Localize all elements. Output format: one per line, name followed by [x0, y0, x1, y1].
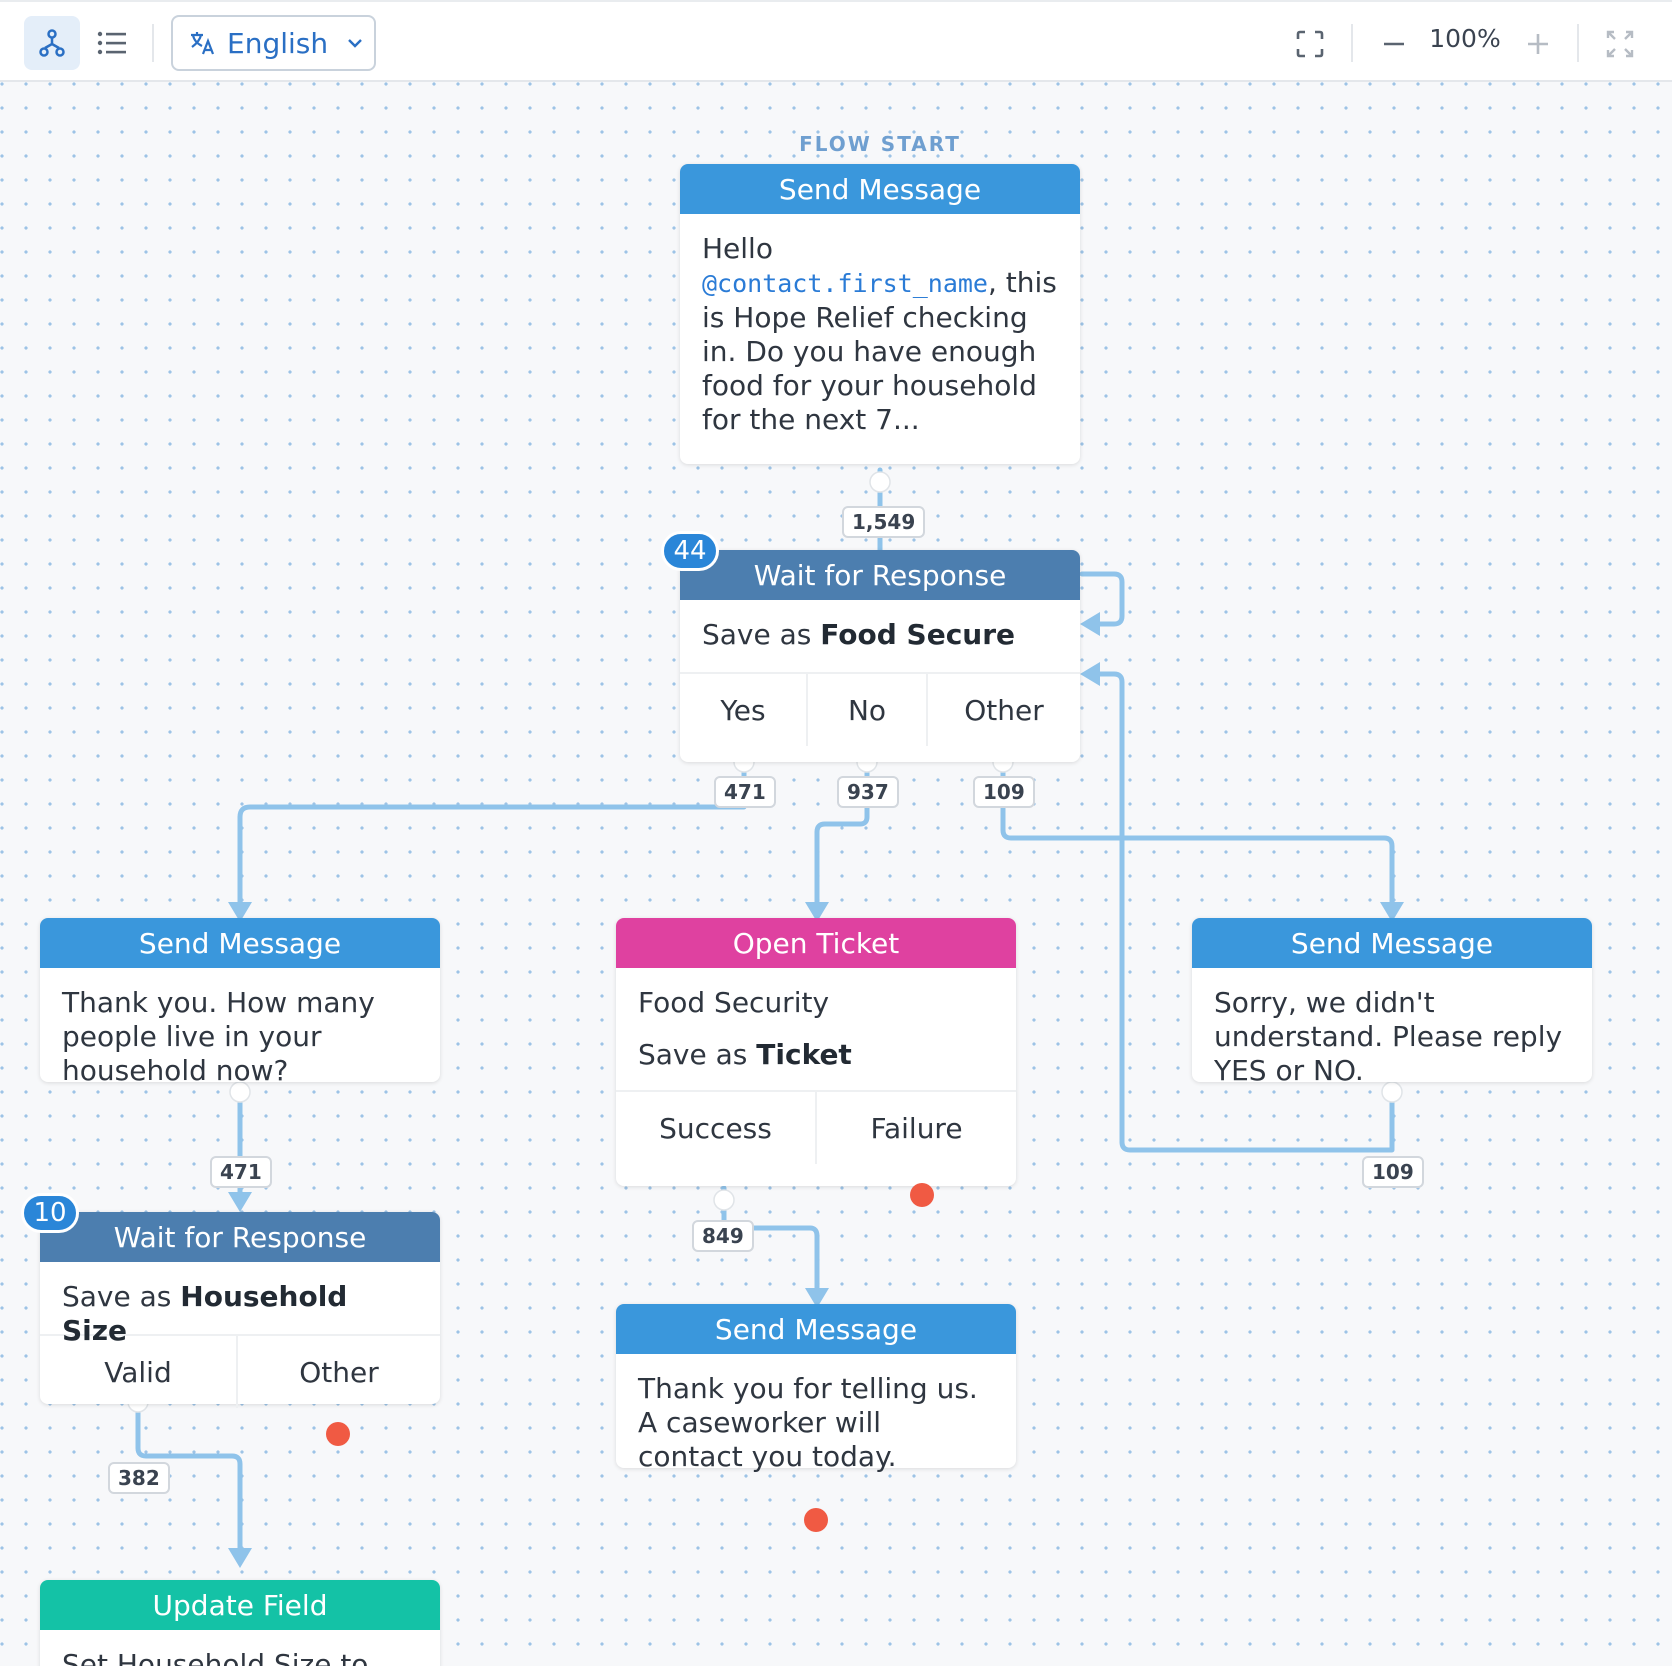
- exit-start: [869, 471, 891, 493]
- case-success[interactable]: Success: [616, 1092, 817, 1164]
- node-thanks-message[interactable]: Send Message Thank you for telling us. A…: [616, 1304, 1016, 1473]
- node-start-message[interactable]: Send Message Hello @contact.first_name, …: [680, 164, 1080, 464]
- link-wait-loop: [1079, 571, 1125, 627]
- result-name: Ticket: [756, 1038, 852, 1071]
- fullscreen-icon: [1606, 30, 1634, 58]
- language-label: English: [227, 26, 329, 60]
- message-text: Thank you for telling us. A caseworker w…: [638, 1372, 978, 1473]
- exit-ticket-success: [713, 1189, 735, 1211]
- zoom-out-icon: [1384, 42, 1404, 46]
- toolbar-divider: [1351, 24, 1353, 62]
- node-header: Wait for Response: [40, 1212, 440, 1262]
- list-view-icon: [97, 31, 126, 55]
- zoom-in-button[interactable]: [1518, 24, 1558, 64]
- ticket-topic: Food Security: [638, 986, 830, 1019]
- case-failure[interactable]: Failure: [817, 1092, 1016, 1164]
- case-no[interactable]: No: [808, 674, 928, 746]
- inactive-exit-failure[interactable]: [910, 1183, 934, 1207]
- path-count-no: 937: [837, 776, 899, 808]
- save-as-result: Save as Household Size: [40, 1262, 440, 1347]
- node-household-message[interactable]: Send Message Thank you. How many people …: [40, 918, 440, 1087]
- node-header: Update Field: [40, 1580, 440, 1630]
- save-prefix: Save as: [638, 1038, 757, 1071]
- link-yes: [237, 761, 747, 907]
- case-valid[interactable]: Valid: [40, 1336, 238, 1408]
- node-sorry-message[interactable]: Send Message Sorry, we didn't understand…: [1192, 918, 1592, 1087]
- flow-canvas[interactable]: FLOW START Send Message Hello @contact.f…: [0, 82, 1672, 1666]
- inactive-exit-other[interactable]: [326, 1422, 350, 1446]
- node-header: Open Ticket: [616, 918, 1016, 968]
- link-other: [1000, 761, 1395, 907]
- case-yes[interactable]: Yes: [680, 674, 808, 746]
- message-text: Sorry, we didn't understand. Please repl…: [1214, 986, 1563, 1087]
- node-open-ticket[interactable]: Open Ticket Food Security Save as Ticket…: [616, 918, 1016, 1186]
- path-count-valid: 382: [108, 1462, 170, 1494]
- inactive-exit-thanks[interactable]: [804, 1508, 828, 1532]
- translate-icon: [191, 32, 215, 55]
- message-text: Thank you. How many people live in your …: [62, 986, 375, 1087]
- chevron-down-icon: [348, 39, 362, 48]
- node-wait-food-secure[interactable]: Wait for Response Save as Food Secure Ye…: [680, 550, 1080, 762]
- list-view-button[interactable]: [90, 16, 134, 70]
- fit-screen-button[interactable]: [1290, 24, 1330, 64]
- flow-start-label: FLOW START: [799, 132, 961, 156]
- message-text-part: Hello: [702, 232, 773, 265]
- arrow-wait-loop: [1080, 612, 1100, 636]
- node-wait-household-size[interactable]: Wait for Response Save as Household Size…: [40, 1212, 440, 1408]
- path-count: 471: [210, 1156, 272, 1188]
- save-as-result: Save as Food Secure: [680, 600, 1080, 672]
- node-header: Send Message: [616, 1304, 1016, 1354]
- fullscreen-button[interactable]: [1600, 24, 1640, 64]
- zoom-out-button[interactable]: [1374, 24, 1414, 64]
- zoom-in-icon: [1528, 34, 1548, 54]
- case-other[interactable]: Other: [928, 674, 1080, 746]
- case-list: Yes No Other: [680, 672, 1080, 746]
- arrow-sorry-back: [1080, 662, 1100, 686]
- path-count-success: 849: [692, 1220, 754, 1252]
- path-count: 1,549: [842, 506, 926, 538]
- node-header: Send Message: [680, 164, 1080, 214]
- result-name: Food Secure: [820, 618, 1016, 651]
- path-count-other: 109: [973, 776, 1035, 808]
- node-update-field[interactable]: Update Field Set Household Size to: [40, 1580, 440, 1666]
- case-other[interactable]: Other: [238, 1336, 440, 1408]
- update-field-text: Set Household Size to: [62, 1648, 369, 1666]
- save-prefix: Save as: [62, 1280, 181, 1313]
- message-text: Hello @contact.first_name, this is Hope …: [680, 214, 1080, 455]
- toolbar-divider: [1577, 24, 1579, 62]
- path-count: 109: [1362, 1156, 1424, 1188]
- contact-variable: @contact.first_name: [702, 269, 988, 298]
- language-select[interactable]: English: [171, 15, 376, 71]
- flow-view-icon: [39, 29, 65, 57]
- active-count-badge: 44: [661, 531, 719, 571]
- case-list: Valid Other: [40, 1334, 440, 1408]
- node-header: Send Message: [1192, 918, 1592, 968]
- toolbar-divider: [152, 24, 154, 62]
- path-count-yes: 471: [714, 776, 776, 808]
- zoom-level: 100%: [1429, 24, 1501, 53]
- flow-view-button[interactable]: [24, 16, 80, 70]
- arrow-household: [228, 1192, 252, 1212]
- save-as-result: Save as Ticket: [616, 1024, 1016, 1090]
- case-list: Success Failure: [616, 1090, 1016, 1164]
- fit-screen-icon: [1296, 30, 1324, 58]
- node-header: Wait for Response: [680, 550, 1080, 600]
- arrow-valid: [228, 1548, 252, 1568]
- save-prefix: Save as: [702, 618, 821, 651]
- editor-toolbar: English 100%: [0, 0, 1672, 82]
- active-count-badge: 10: [21, 1193, 79, 1233]
- node-header: Send Message: [40, 918, 440, 968]
